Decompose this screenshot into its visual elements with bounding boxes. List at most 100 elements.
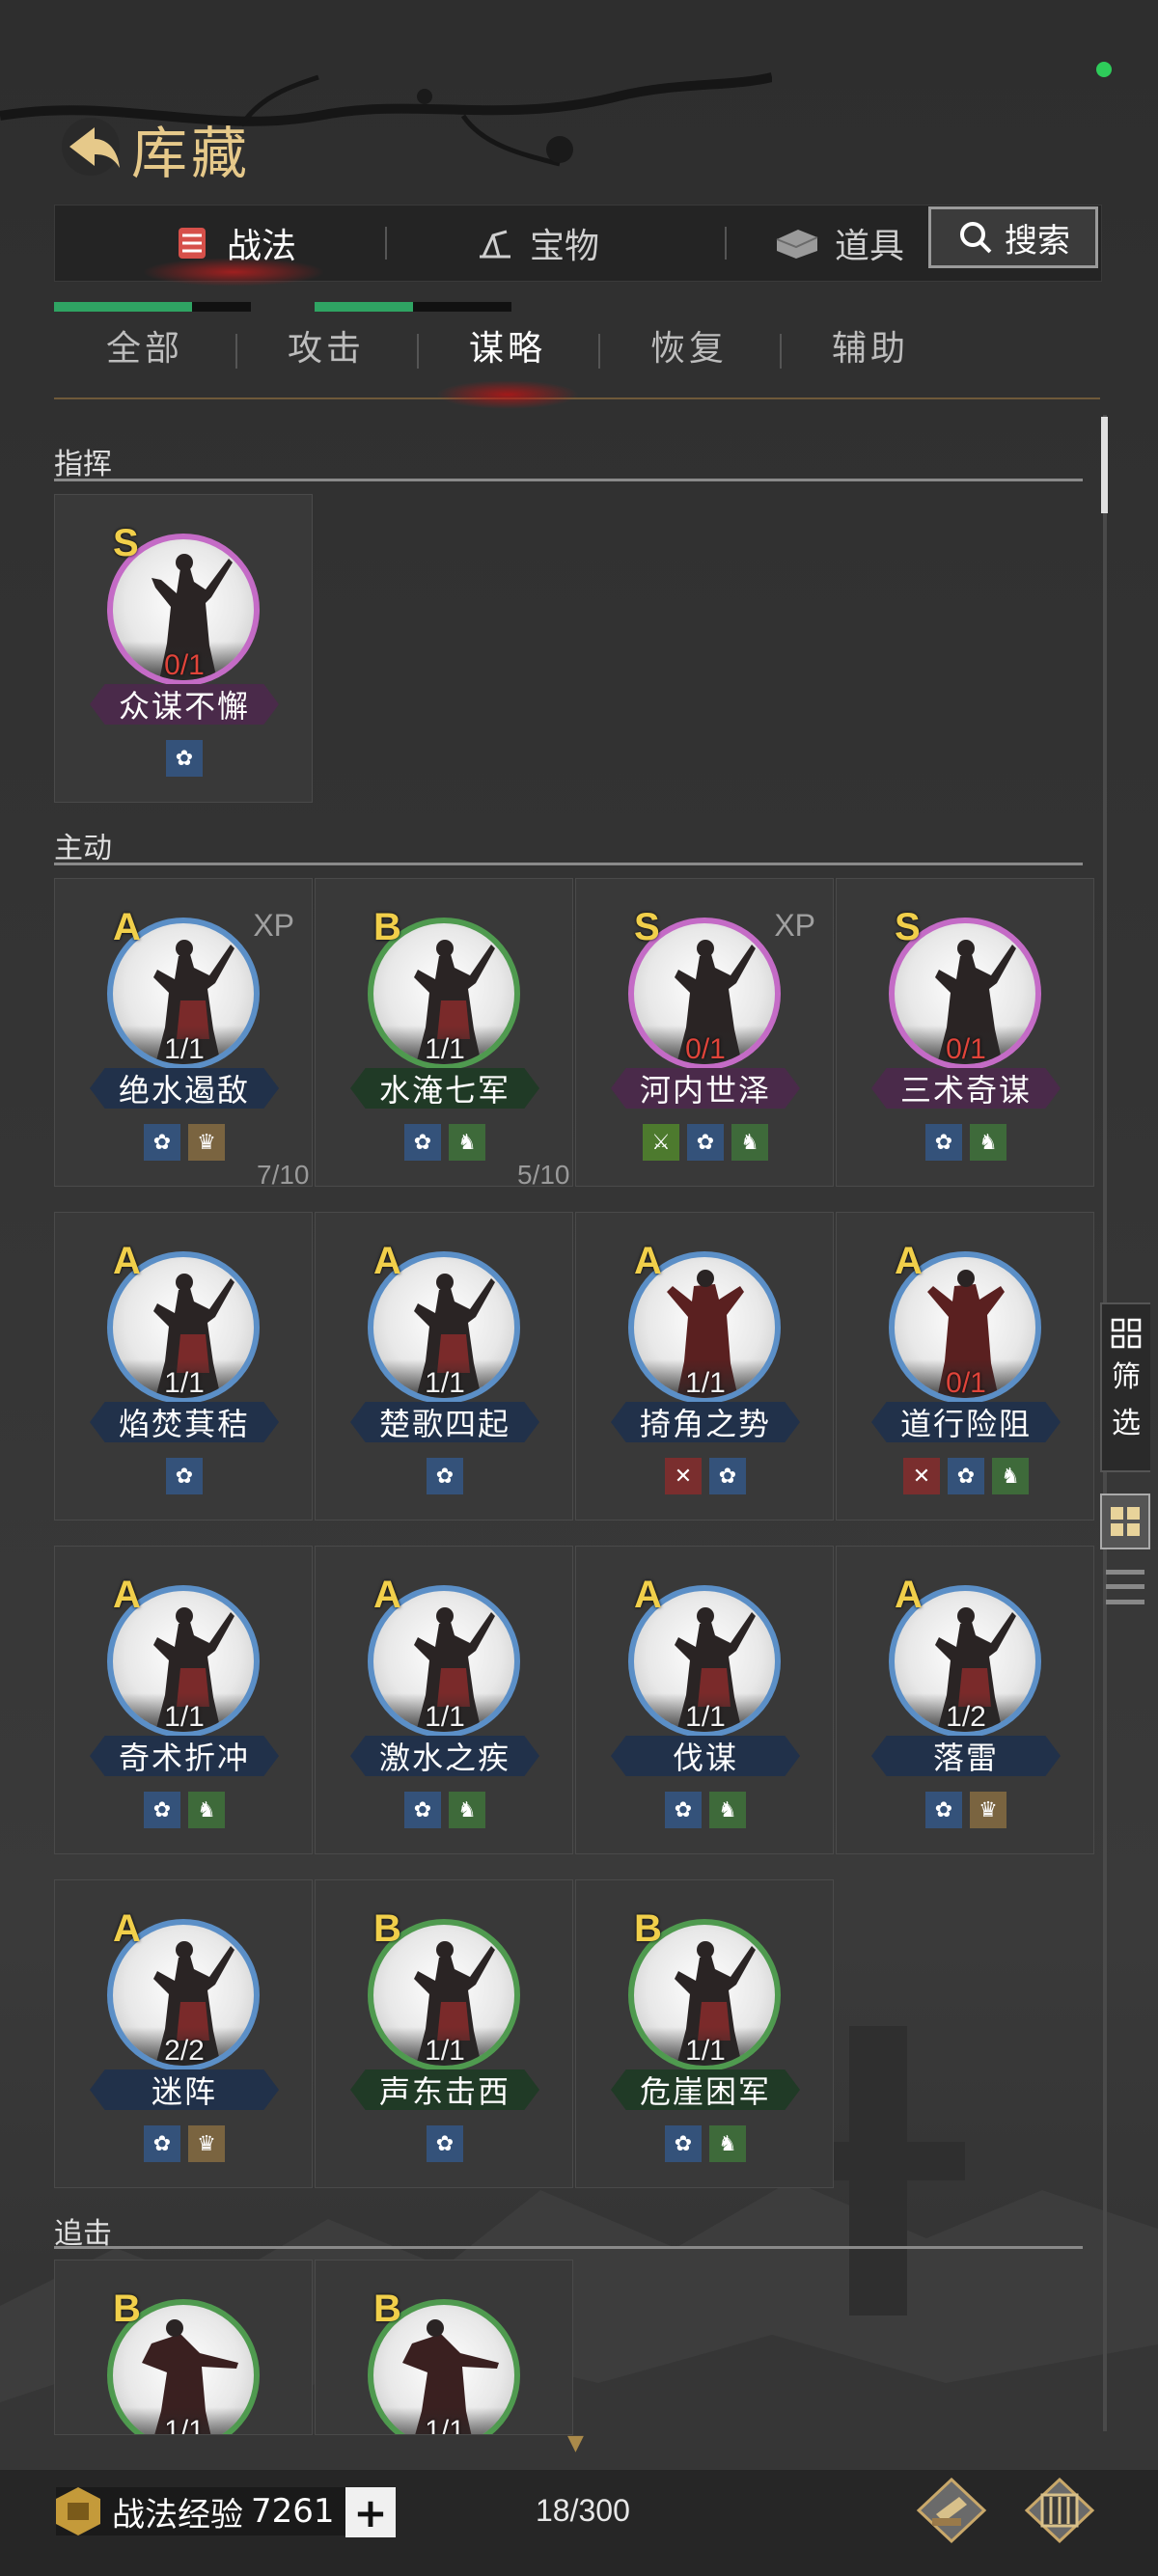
tactic-name: 众谋不懈 [90,684,279,725]
section-title-command: 指挥 [54,448,112,481]
strategy-tag-icon: ✿ [709,1458,746,1494]
scrollbar-thumb[interactable] [1101,417,1108,513]
grid-view-icon [1111,1507,1140,1536]
section-divider [54,863,1083,865]
rank-badge: A [895,1240,923,1282]
tactic-count: 0/1 [946,1367,986,1399]
tactic-tags: ✕ ✿ [576,1458,835,1494]
tactic-tags: ✿ ♞ [316,1792,574,1828]
back-arrow-icon[interactable] [56,114,125,176]
rank-badge: A [113,1907,141,1950]
tactic-card[interactable]: B 1/1 水淹七军 ✿ ♞ [315,878,573,1187]
tactic-card[interactable]: A 1/1 奇术折冲 ✿ ♞ [54,1546,313,1854]
strategy-tag-icon: ✿ [166,1458,203,1494]
section-divider [54,2246,1083,2249]
troop-tag-icon: ♞ [992,1458,1029,1494]
experience-progress-fill [54,302,192,312]
subtab-support[interactable]: 辅助 [780,320,961,370]
subtab-strategy[interactable]: 谋略 [417,320,598,409]
troop-tag-icon: ♞ [709,2125,746,2162]
tactic-tags: ⚔ ✿ ♞ [576,1124,835,1161]
tactic-card[interactable]: A 1/1 焰焚萁秸 ✿ [54,1212,313,1521]
tactic-tags: ✿ [55,1458,314,1494]
troop-tag-icon: ♞ [188,1792,225,1828]
strategy-tag-icon: ✿ [144,1792,180,1828]
tactic-tags: ✿ ♞ [316,1124,574,1161]
tactic-name: 伐谋 [611,1736,800,1776]
search-button[interactable]: 搜索 [928,206,1098,268]
sword-tag-icon: ✕ [665,1458,702,1494]
experience-progress-bar [54,302,251,312]
tactic-card[interactable]: B 1/1 危崖困军 ✿ ♞ [575,1879,834,2188]
tactic-count: 0/1 [685,1033,726,1065]
rank-badge: B [113,2288,141,2330]
experience-progress-text: 7/10 [257,1160,310,1190]
tactic-card[interactable]: B 1/1 [315,2260,573,2435]
rank-badge: B [634,1907,662,1950]
convert-icon[interactable] [915,2476,988,2545]
rank-badge: A [634,1240,662,1282]
troop-tag-icon: ♞ [449,1792,485,1828]
helmet-tag-icon: ♛ [970,1792,1006,1828]
tactic-card[interactable]: A 1/1 伐谋 ✿ ♞ [575,1546,834,1854]
tactic-tags: ✿ ♛ [55,2125,314,2162]
exp-icon [56,2487,100,2535]
tactic-card[interactable]: A 1/1 楚歌四起 ✿ [315,1212,573,1521]
tactic-card[interactable]: B 1/1 声东击西 ✿ [315,1879,573,2188]
subtab-recover[interactable]: 恢复 [598,320,780,370]
page-title: 库藏 [131,121,252,186]
rank-badge: A [634,1574,662,1616]
tactic-card[interactable]: S XP 0/1 河内世泽 ⚔ ✿ ♞ [575,878,834,1187]
tactic-count: 2/2 [164,2035,205,2067]
helmet-tag-icon: ♛ [188,2125,225,2162]
add-exp-button[interactable]: + [345,2487,396,2537]
tactic-card[interactable]: A 1/2 落雷 ✿ ♛ [836,1546,1094,1854]
rank-badge: S [634,906,660,948]
tactic-count: 1/1 [425,1701,465,1733]
exp-value: 7261 [251,2492,335,2531]
sword-tag-icon: ⚔ [643,1124,679,1161]
tactic-card[interactable]: S 0/1 众谋不懈 ✿ [54,494,313,803]
rank-badge: A [373,1240,401,1282]
inventory-capacity: 18/300 [536,2493,630,2528]
tactic-card[interactable]: A 2/2 迷阵 ✿ ♛ [54,1879,313,2188]
rank-badge: A [113,1574,141,1616]
helmet-tag-icon: ♛ [188,1124,225,1161]
tactic-card[interactable]: A 1/1 激水之疾 ✿ ♞ [315,1546,573,1854]
tactic-card[interactable]: S 0/1 三术奇谋 ✿ ♞ [836,878,1094,1187]
active-tab-glow [142,258,326,287]
tactic-card[interactable]: A 1/1 掎角之势 ✕ ✿ [575,1212,834,1521]
section-divider [54,479,1083,481]
tactic-tags: ✿ ♛ [55,1124,314,1161]
tab-treasure[interactable]: 宝物 [474,206,599,281]
rank-badge: B [373,2288,401,2330]
item-icon [776,230,818,259]
strategy-tag-icon: ✿ [427,2125,463,2162]
tactic-name: 水淹七军 [350,1068,539,1109]
strategy-tag-icon: ✿ [665,2125,702,2162]
scroll-more-indicator-icon: ▼ [567,2431,584,2455]
tactic-card[interactable]: B 1/1 [54,2260,313,2435]
strategy-tag-icon: ✿ [925,1792,962,1828]
tactic-name: 道行险阻 [871,1402,1061,1442]
tactic-count: 1/1 [685,2035,726,2067]
pillar-icon[interactable] [1023,2476,1096,2545]
tactic-count: 1/2 [946,1701,986,1733]
strategy-tag-icon: ✿ [166,740,203,777]
subtab-all[interactable]: 全部 [54,320,235,370]
tactic-tags: ✿ ♞ [576,1792,835,1828]
list-view-icon[interactable] [1106,1565,1144,1609]
subtab-attack[interactable]: 攻击 [235,320,417,370]
troop-tag-icon: ♞ [709,1792,746,1828]
strategy-tag-icon: ✿ [144,2125,180,2162]
grid-view-button[interactable] [1100,1494,1150,1549]
tactic-name: 声东击西 [350,2069,539,2110]
tab-treasure-label: 宝物 [530,227,600,266]
treasure-icon [480,230,510,259]
exp-label: 战法经验 [112,2495,243,2535]
tactic-card[interactable]: A XP 1/1 绝水遏敌 ✿ ♛ [54,878,313,1187]
tactic-card[interactable]: A 0/1 道行险阻 ✕ ✿ ♞ [836,1212,1094,1521]
tab-tactics[interactable]: 战法 [142,206,326,287]
xp-label: XP [253,908,294,943]
filter-button[interactable]: 筛 选 [1100,1302,1150,1472]
